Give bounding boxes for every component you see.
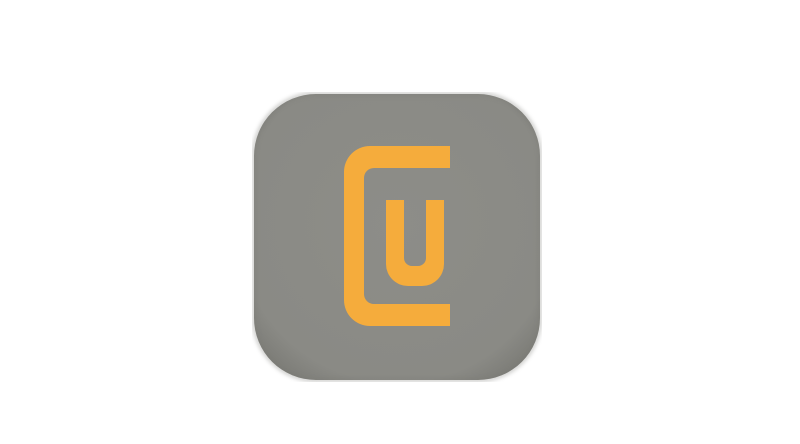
app-icon[interactable]: [252, 92, 542, 382]
canvas: [0, 0, 800, 444]
cu-app-icon: [252, 92, 542, 382]
